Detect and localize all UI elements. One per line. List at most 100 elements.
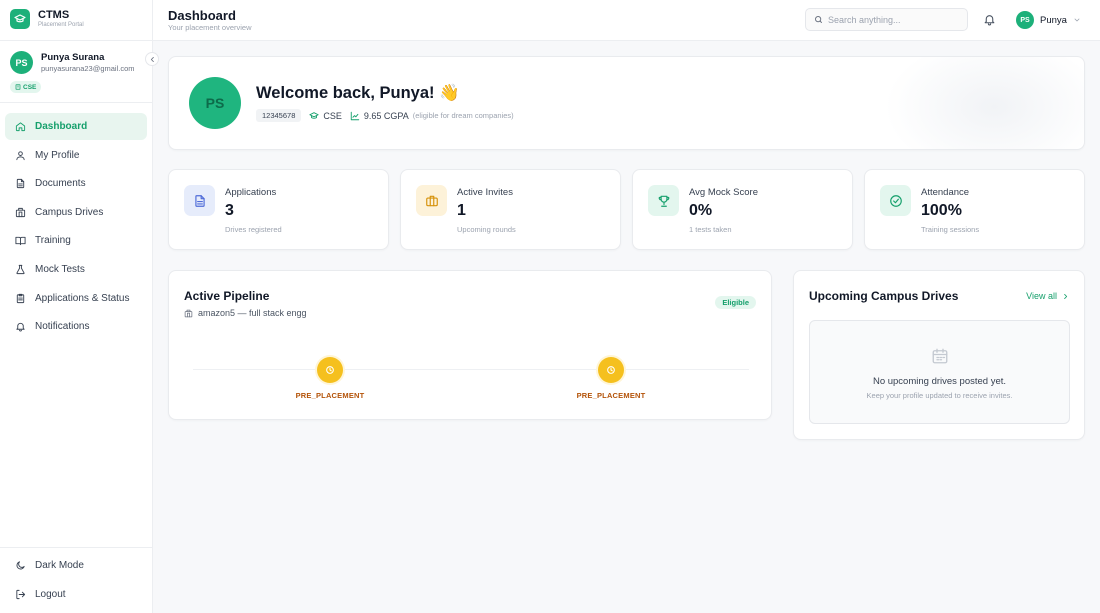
sidebar-item-training[interactable]: Training bbox=[5, 227, 147, 254]
cgpa-value: 9.65 CGPA bbox=[363, 110, 409, 121]
sidebar-item-applications[interactable]: Applications & Status bbox=[5, 285, 147, 312]
pipeline-stage[interactable]: PRE_PLACEMENT bbox=[280, 357, 380, 400]
view-all-label: View all bbox=[1026, 291, 1057, 301]
stat-label: Avg Mock Score bbox=[689, 187, 758, 198]
sidebar-nav: Dashboard My Profile Documents Campus Dr… bbox=[5, 113, 147, 342]
sidebar-item-dashboard[interactable]: Dashboard bbox=[5, 113, 147, 140]
stat-icon-wrap bbox=[648, 185, 679, 216]
document-icon bbox=[16, 179, 25, 189]
chevron-left-icon bbox=[150, 56, 154, 62]
check-circle-icon bbox=[889, 194, 902, 207]
stat-card-applications: Applications 3 Drives registered bbox=[168, 169, 389, 250]
branch: CSE bbox=[309, 111, 342, 121]
bell-icon bbox=[984, 15, 995, 26]
stat-icon-wrap bbox=[880, 185, 911, 216]
stage-label: PRE_PLACEMENT bbox=[295, 391, 365, 400]
notifications-button[interactable] bbox=[983, 13, 996, 31]
empty-state-subtitle: Keep your profile updated to receive inv… bbox=[866, 391, 1013, 400]
stat-subtext: Drives registered bbox=[225, 225, 282, 234]
sidebar: CTMS Placement Portal PS Punya Surana pu… bbox=[0, 0, 159, 613]
stat-value: 1 bbox=[457, 202, 466, 219]
stat-card-attendance: Attendance 100% Training sessions bbox=[864, 169, 1085, 250]
empty-state-title: No upcoming drives posted yet. bbox=[872, 376, 1007, 387]
sidebar-bottom-nav: Dark Mode Logout bbox=[5, 552, 147, 610]
user-menu[interactable]: PS Punya bbox=[1016, 11, 1081, 29]
stat-icon-wrap bbox=[184, 185, 215, 216]
trophy-icon bbox=[658, 195, 669, 207]
sidebar-item-label: My Profile bbox=[35, 149, 80, 161]
sidebar-item-label: Campus Drives bbox=[35, 206, 104, 218]
stage-dot bbox=[317, 357, 343, 383]
clock-icon bbox=[326, 366, 334, 374]
pipeline-company-label: amazon5 — full stack engg bbox=[198, 308, 307, 318]
home-icon bbox=[15, 122, 26, 132]
sidebar-item-documents[interactable]: Documents bbox=[5, 170, 147, 197]
sidebar-item-label: Applications & Status bbox=[35, 292, 130, 304]
dark-mode-label: Dark Mode bbox=[35, 560, 84, 571]
brand[interactable]: CTMS Placement Portal bbox=[10, 9, 84, 29]
divider bbox=[0, 102, 153, 103]
branch-label: CSE bbox=[323, 110, 342, 121]
stat-value: 0% bbox=[689, 202, 713, 219]
sidebar-item-campus-drives[interactable]: Campus Drives bbox=[5, 199, 147, 226]
user-menu-name: Punya bbox=[1040, 14, 1067, 26]
upcoming-drives-card: Upcoming Campus Drives View all No upcom… bbox=[793, 270, 1085, 440]
pipeline-track bbox=[193, 369, 749, 370]
collapse-sidebar-button[interactable] bbox=[145, 52, 159, 66]
sidebar-item-mock-tests[interactable]: Mock Tests bbox=[5, 256, 147, 283]
bell-icon bbox=[16, 323, 25, 332]
pipeline-stage[interactable]: PRE_PLACEMENT bbox=[561, 357, 661, 400]
graduation-cap-icon bbox=[309, 111, 319, 119]
stat-card-avg-mock-score: Avg Mock Score 0% 1 tests taken bbox=[632, 169, 853, 250]
book-icon bbox=[15, 237, 26, 246]
brand-name: CTMS bbox=[38, 9, 70, 21]
logout-button[interactable]: Logout bbox=[5, 581, 147, 608]
brand-subtitle: Placement Portal bbox=[38, 22, 84, 28]
stage-label: PRE_PLACEMENT bbox=[576, 391, 646, 400]
logout-label: Logout bbox=[35, 589, 66, 600]
view-all-link[interactable]: View all bbox=[1026, 291, 1069, 301]
stage-dot bbox=[598, 357, 624, 383]
briefcase-icon bbox=[425, 195, 438, 206]
department-label: CSE bbox=[23, 83, 37, 91]
search-box[interactable] bbox=[805, 8, 968, 31]
stat-label: Attendance bbox=[921, 187, 970, 198]
building-icon bbox=[15, 207, 26, 217]
clipboard-icon bbox=[16, 293, 25, 303]
search-input[interactable] bbox=[828, 14, 958, 25]
calendar-icon bbox=[810, 347, 1069, 370]
dark-mode-toggle[interactable]: Dark Mode bbox=[5, 552, 147, 579]
top-header: Dashboard Your placement overview PS Pun… bbox=[153, 0, 1100, 41]
building-icon bbox=[184, 309, 193, 317]
user-profile: PS Punya Surana punyasurana23@gmail.com bbox=[10, 51, 135, 74]
stat-subtext: 1 tests taken bbox=[689, 225, 732, 234]
avatar: PS bbox=[1016, 11, 1034, 29]
logout-icon bbox=[16, 589, 26, 600]
search-icon bbox=[815, 16, 822, 23]
stat-value: 3 bbox=[225, 202, 234, 219]
user-name: Punya Surana bbox=[41, 52, 105, 63]
sidebar-item-my-profile[interactable]: My Profile bbox=[5, 142, 147, 169]
pipeline-company: amazon5 — full stack engg bbox=[184, 308, 307, 318]
sidebar-item-label: Notifications bbox=[35, 321, 90, 333]
decorative-glow bbox=[884, 57, 1084, 149]
avatar: PS bbox=[189, 77, 241, 129]
sidebar-item-label: Training bbox=[35, 235, 71, 247]
chevron-down-icon bbox=[1074, 18, 1080, 22]
welcome-title: Welcome back, Punya! 👋 bbox=[256, 84, 460, 102]
sidebar-item-label: Dashboard bbox=[35, 121, 88, 132]
status-badge: Eligible bbox=[715, 296, 756, 309]
clock-icon bbox=[607, 366, 615, 374]
chart-icon bbox=[350, 111, 360, 120]
page-subtitle: Your placement overview bbox=[168, 23, 252, 32]
stat-label: Active Invites bbox=[457, 187, 513, 198]
stat-value: 100% bbox=[921, 202, 962, 219]
sidebar-item-label: Mock Tests bbox=[35, 263, 85, 275]
stat-label: Applications bbox=[225, 187, 277, 198]
divider bbox=[0, 547, 153, 548]
stat-icon-wrap bbox=[416, 185, 447, 216]
page-title: Dashboard bbox=[168, 8, 236, 23]
sidebar-item-notifications[interactable]: Notifications bbox=[5, 313, 147, 340]
cgpa: 9.65 CGPA (eligible for dream companies) bbox=[350, 111, 514, 121]
active-pipeline-card: Active Pipeline amazon5 — full stack eng… bbox=[168, 270, 772, 420]
